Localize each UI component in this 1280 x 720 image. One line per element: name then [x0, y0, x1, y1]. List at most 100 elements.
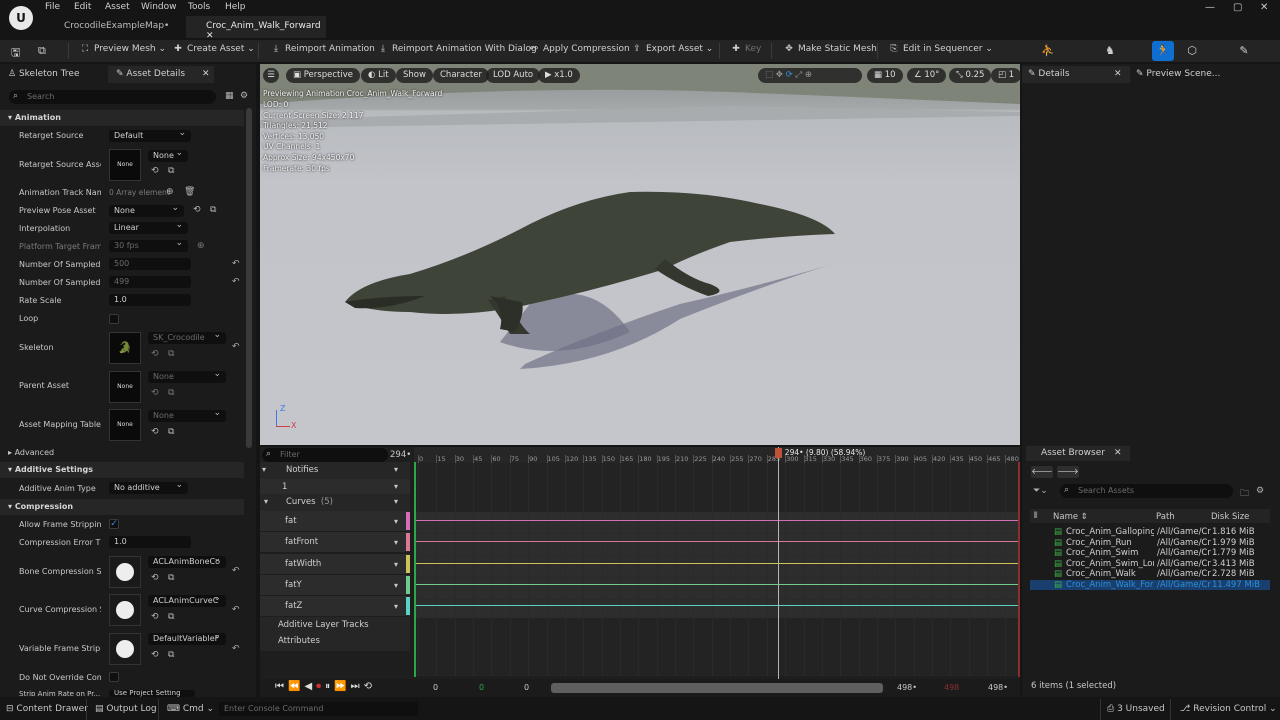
asset-row[interactable]: ▤ Croc_Anim_Swim/All/Game/Cr 1.779 MiB: [1030, 548, 1270, 558]
bone-compression-thumbnail[interactable]: [109, 556, 141, 588]
tab-croc-anim-walk-forward[interactable]: Croc_Anim_Walk_Forward ✕: [186, 16, 326, 41]
reset-to-default-icon[interactable]: ↶: [232, 342, 240, 352]
use-selected-icon[interactable]: ⟲: [151, 166, 159, 176]
lod-button[interactable]: LOD Auto: [486, 68, 541, 83]
save-icon[interactable]: 🖫: [11, 44, 20, 63]
additive-anim-type-dropdown[interactable]: No additive: [109, 482, 188, 494]
step-back-icon[interactable]: ⏪: [288, 681, 304, 692]
playback-end-frame[interactable]: 498: [944, 683, 959, 692]
angle-snap-button[interactable]: ∠ 10°: [907, 68, 947, 83]
reimport-animation-button[interactable]: ⤓ Reimport Animation: [271, 44, 375, 54]
play-reverse-icon[interactable]: ◀: [304, 681, 316, 692]
menu-tools[interactable]: Tools: [188, 2, 210, 12]
curve-options-icon[interactable]: ▾: [394, 581, 398, 590]
reset-to-default-icon[interactable]: ↶: [232, 566, 240, 576]
retarget-source-dropdown[interactable]: Default: [109, 130, 191, 142]
asset-search-input[interactable]: Search Assets: [1060, 484, 1233, 498]
curve-color-swatch[interactable]: [406, 554, 410, 573]
edit-in-sequencer-button[interactable]: ⎘ Edit in Sequencer ⌄: [889, 44, 992, 54]
curve-track-fatz[interactable]: fatZ: [260, 596, 410, 617]
curve-color-swatch[interactable]: [406, 533, 410, 552]
back-arrow-icon[interactable]: 🡐: [1031, 466, 1053, 478]
details-search-input[interactable]: Search: [9, 90, 216, 104]
curve-options-icon[interactable]: ▾: [394, 560, 398, 569]
reset-to-default-icon[interactable]: ↶: [232, 259, 240, 269]
viewport-menu-icon[interactable]: ☰: [263, 68, 279, 83]
blueprint-mode-icon[interactable]: ✎: [1233, 41, 1255, 61]
browse-icon[interactable]: ⧉: [168, 166, 174, 176]
asset-row[interactable]: ▤ Croc_Anim_Swim_Long/All/Game/Cr 3.413 Mi…: [1030, 559, 1270, 569]
jump-start-icon[interactable]: ⏮: [275, 681, 288, 692]
add-platform-icon[interactable]: ⊕: [197, 241, 205, 251]
browse-asset-icon[interactable]: ⧉: [38, 44, 46, 58]
curve-track-fatfront[interactable]: fatFront: [260, 532, 410, 553]
retarget-source-asset-dropdown[interactable]: None: [148, 150, 188, 162]
parent-asset-dropdown[interactable]: None: [148, 371, 226, 383]
use-selected-icon[interactable]: ⟲: [151, 388, 159, 398]
folder-icon[interactable]: 🗀: [1240, 486, 1249, 502]
timeline-filter-input[interactable]: Filter: [262, 448, 388, 462]
tab-details[interactable]: ✎ Details: [1028, 69, 1070, 79]
use-selected-icon[interactable]: ⟲: [193, 205, 201, 215]
curve-options-icon[interactable]: ▾: [394, 602, 398, 611]
camera-speed-button[interactable]: ◰ 1: [991, 68, 1022, 83]
asset-mapping-table-thumbnail[interactable]: None: [109, 409, 141, 441]
tab-preview-scene[interactable]: ✎ Preview Scene...: [1136, 69, 1220, 79]
curves-dropdown-icon[interactable]: ▾: [394, 497, 398, 506]
physics-mode-icon[interactable]: ⬡: [1181, 41, 1203, 61]
asset-mapping-table-dropdown[interactable]: None: [148, 410, 226, 422]
curve-track-fat[interactable]: fat: [260, 511, 410, 531]
curve-compression-dropdown[interactable]: ACLAnimCurveC: [148, 595, 226, 607]
curves-track-header[interactable]: Curves (5): [260, 494, 410, 512]
close-asset-browser-icon[interactable]: ✕: [1114, 448, 1122, 458]
show-button[interactable]: Show: [396, 68, 433, 83]
content-drawer-button[interactable]: ⊟ Content Drawer: [6, 704, 88, 714]
notifies-track-header[interactable]: Notifies: [260, 462, 410, 480]
browse-icon[interactable]: ⧉: [210, 205, 216, 215]
perspective-button[interactable]: ▣ Perspective: [286, 68, 360, 83]
skeleton-mode-icon[interactable]: ⛹: [1037, 41, 1059, 61]
retarget-source-asset-thumbnail[interactable]: None: [109, 149, 141, 181]
asset-row[interactable]: ▤ Croc_Anim_Walk/All/Game/Cr 2.728 MiB: [1030, 569, 1270, 579]
use-selected-icon[interactable]: ⟲: [151, 573, 159, 583]
do-not-override-compression-checkbox[interactable]: [109, 672, 119, 682]
column-path[interactable]: Path: [1156, 512, 1175, 522]
curve-options-icon[interactable]: ▾: [394, 538, 398, 547]
create-asset-button[interactable]: ✚ Create Asset ⌄: [173, 44, 255, 54]
section-compression[interactable]: ▾ Compression: [0, 499, 244, 515]
minimize-button[interactable]: —: [1205, 2, 1215, 13]
scale-snap-button[interactable]: ⤡ 0.25: [949, 68, 992, 83]
menu-help[interactable]: Help: [225, 2, 246, 12]
mesh-mode-icon[interactable]: ♞: [1099, 41, 1121, 61]
menu-file[interactable]: File: [45, 2, 60, 12]
animation-mode-icon[interactable]: 🏃: [1152, 41, 1174, 61]
number-of-sampled-frames-field[interactable]: 499: [109, 276, 191, 288]
loop-checkbox[interactable]: [109, 314, 119, 324]
platform-target-frame-dropdown[interactable]: 30 fps: [109, 240, 188, 252]
curve-color-swatch[interactable]: [406, 597, 410, 616]
playhead-marker[interactable]: [774, 448, 782, 458]
unreal-logo-icon[interactable]: U: [9, 6, 33, 30]
pause-icon[interactable]: ⏸: [325, 681, 334, 692]
view-range-scrollbar[interactable]: [551, 683, 883, 693]
interpolation-dropdown[interactable]: Linear: [109, 222, 188, 234]
curve-color-swatch[interactable]: [406, 575, 410, 594]
number-of-sampled-keys-field[interactable]: 500: [109, 258, 191, 270]
transport-controls[interactable]: ⏮⏪◀⏺⏸⏩⏭⟲: [275, 681, 376, 692]
loop-icon[interactable]: ⟲: [364, 681, 376, 692]
asset-row[interactable]: ▤ Croc_Anim_Walk_Forw/All/Game/Cr 11.497 M…: [1030, 580, 1270, 590]
apply-compression-button[interactable]: ⚯ Apply Compression: [529, 44, 629, 54]
view-end-frame[interactable]: 498•: [988, 683, 1008, 692]
playback-end-marker[interactable]: [1018, 462, 1020, 677]
tab-crocodile-map[interactable]: CrocodileExampleMap•: [44, 16, 184, 38]
asset-row[interactable]: ▤ Croc_Anim_Run/All/Game/Cr 1.979 MiB: [1030, 538, 1270, 548]
close-asset-details-icon[interactable]: ✕: [202, 69, 210, 79]
section-animation[interactable]: ▾ Animation: [0, 110, 244, 126]
filter-icon[interactable]: ⏷⌄: [1033, 486, 1048, 496]
curve-track-faty[interactable]: fatY: [260, 574, 410, 595]
preview-mesh-button[interactable]: ⛶ Preview Mesh ⌄: [80, 44, 166, 54]
use-selected-icon[interactable]: ⟲: [151, 650, 159, 660]
tab-asset-browser[interactable]: Asset Browser: [1041, 448, 1105, 458]
tab-skeleton-tree[interactable]: ♙ Skeleton Tree: [8, 69, 79, 79]
transform-tools[interactable]: ⬚ ✥ ⟳ ⤢ ⊕: [758, 68, 862, 83]
